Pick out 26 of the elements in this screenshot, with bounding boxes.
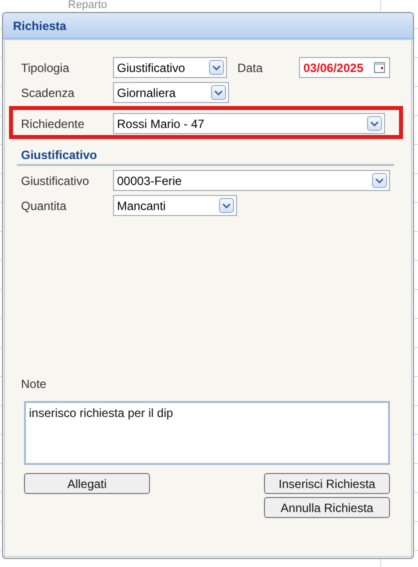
chevron-down-icon[interactable] xyxy=(211,85,226,100)
dropdown[interactable]: Giustificativo xyxy=(113,57,228,78)
section-title: Giustificativo xyxy=(17,148,394,166)
field-label: Richiedente xyxy=(21,116,86,130)
calendar-icon[interactable] xyxy=(373,61,386,74)
date-field[interactable]: 03/06/2025 xyxy=(299,57,390,78)
dropdown[interactable]: Rossi Mario - 47 xyxy=(113,113,385,134)
chevron-down-icon[interactable] xyxy=(367,116,382,131)
dropdown[interactable]: Mancanti xyxy=(113,195,237,216)
field-label: Scadenza xyxy=(21,86,76,100)
dropdown[interactable]: 00003-Ferie xyxy=(113,170,390,191)
chevron-down-icon[interactable] xyxy=(372,173,387,188)
note-field[interactable]: inserisco richiesta per il dip xyxy=(24,401,390,465)
button[interactable]: Annulla Richiesta xyxy=(264,497,390,518)
field-label: Quantita xyxy=(21,198,68,212)
note-label: Note xyxy=(21,377,48,391)
dropdown[interactable]: Giornaliera xyxy=(113,82,229,103)
dialog-title: Richiesta xyxy=(3,13,413,39)
column-header: Reparto xyxy=(68,0,108,11)
field-label: Data xyxy=(237,60,264,74)
chevron-down-icon[interactable] xyxy=(209,60,224,75)
button[interactable]: Allegati xyxy=(24,473,150,494)
chevron-down-icon[interactable] xyxy=(219,198,234,213)
button[interactable]: Inserisci Richiesta xyxy=(264,473,390,494)
field-label: Tipologia xyxy=(21,60,70,74)
field-label: Giustificativo xyxy=(21,174,90,188)
